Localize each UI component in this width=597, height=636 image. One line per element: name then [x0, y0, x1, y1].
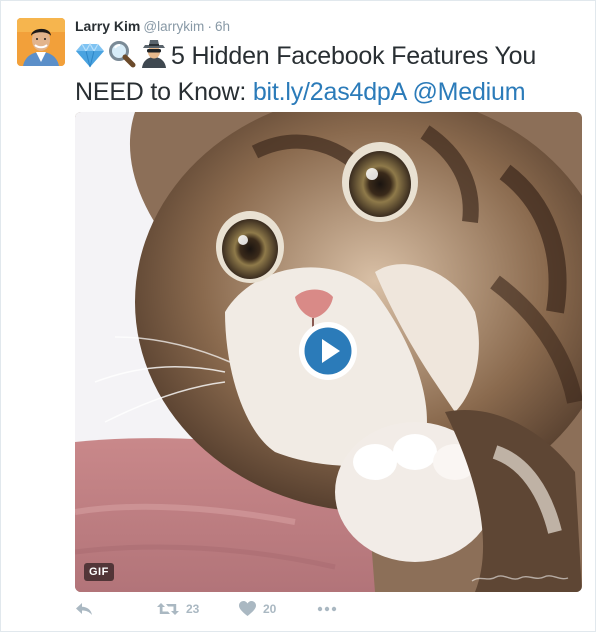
like-button[interactable]: 20: [239, 601, 276, 617]
like-count: 20: [263, 602, 277, 616]
tweet-header: Larry Kim @larrykim · 6h: [75, 17, 230, 36]
separator-dot: ·: [207, 18, 212, 34]
watermark: [470, 572, 570, 587]
tweet-text: 5 Hidden Facebook Features You NEED to K…: [75, 38, 585, 108]
retweet-icon: [157, 603, 179, 615]
magnifier-icon: [107, 40, 137, 76]
retweet-count: 23: [186, 602, 200, 616]
mention-link[interactable]: @Medium: [412, 78, 525, 106]
spy-icon: [139, 38, 169, 76]
play-button[interactable]: [297, 320, 359, 382]
more-button[interactable]: [317, 601, 337, 617]
tweet-card[interactable]: Larry Kim @larrykim · 6h 5 Hidden Facebo…: [0, 0, 596, 632]
tweet-link[interactable]: bit.ly/2as4dpA: [253, 78, 406, 106]
retweet-button[interactable]: 23: [157, 601, 199, 617]
gem-icon: [75, 42, 105, 76]
username[interactable]: @larrykim: [143, 19, 204, 34]
reply-button[interactable]: [75, 601, 93, 617]
play-icon: [299, 322, 357, 380]
more-icon: [317, 606, 337, 612]
heart-icon: [239, 601, 256, 616]
gif-badge: GIF: [84, 563, 114, 581]
avatar[interactable]: [17, 18, 65, 66]
timestamp[interactable]: 6h: [215, 19, 230, 34]
display-name[interactable]: Larry Kim: [75, 18, 140, 34]
tweet-actions: 23 20: [75, 601, 375, 621]
gif-media[interactable]: GIF: [75, 112, 582, 592]
reply-icon: [76, 603, 92, 615]
